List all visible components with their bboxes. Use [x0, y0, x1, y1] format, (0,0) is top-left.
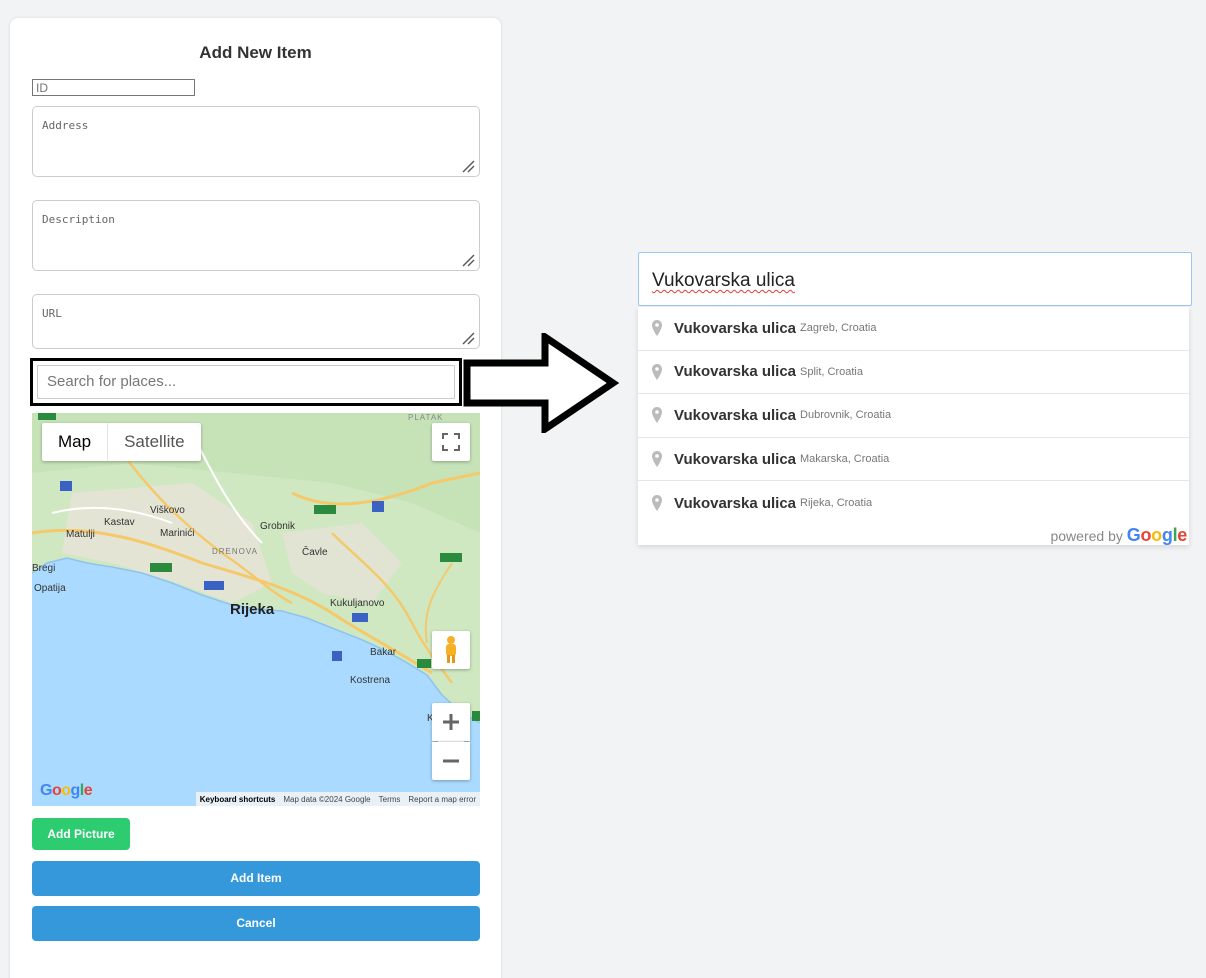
autocomplete-item[interactable]: Vukovarska ulica Dubrovnik, Croatia	[638, 394, 1189, 438]
search-places-input[interactable]: Search for places...	[37, 365, 455, 399]
resize-grip-icon[interactable]	[461, 159, 475, 173]
cancel-button[interactable]: Cancel	[32, 906, 480, 941]
autocomplete-item[interactable]: Vukovarska ulica Split, Croatia	[638, 351, 1189, 395]
map-label-kostrena: Kostrena	[350, 675, 391, 686]
autocomplete-secondary-text: Dubrovnik, Croatia	[800, 409, 892, 422]
location-pin-icon	[646, 404, 668, 426]
powered-by-text: powered by	[1050, 528, 1123, 544]
map-footer: Keyboard shortcuts Map data ©2024 Google…	[195, 792, 480, 806]
street-view-button[interactable]	[432, 631, 470, 669]
autocomplete-main-text: Vukovarska ulica	[674, 494, 797, 512]
map-label-platak: PLATAK	[408, 413, 444, 422]
location-pin-icon	[646, 317, 668, 339]
url-placeholder: URL	[42, 307, 62, 320]
description-placeholder: Description	[42, 213, 115, 226]
add-picture-button[interactable]: Add Picture	[32, 818, 130, 850]
add-item-panel: Add New Item Address Description URL Sea…	[10, 18, 501, 978]
map-data-text: Map data ©2024 Google	[283, 794, 371, 804]
fullscreen-icon	[442, 433, 460, 451]
autocomplete-query: Vukovarska ulica	[652, 270, 795, 291]
map-label-bakar: Bakar	[370, 647, 397, 658]
autocomplete-item[interactable]: Vukovarska ulica Zagreb, Croatia	[638, 307, 1189, 351]
autocomplete-item[interactable]: Vukovarska ulica Rijeka, Croatia	[638, 481, 1189, 525]
panel-title: Add New Item	[199, 43, 312, 62]
google-logo: Google	[1126, 525, 1188, 545]
map-type-control: Map Satellite	[42, 423, 201, 461]
map-label-bregi: Bregi	[32, 563, 56, 574]
zoom-out-icon	[443, 759, 459, 763]
map-label-opatija: Opatija	[34, 583, 66, 594]
pegman-icon	[446, 636, 456, 663]
arrow-right-icon	[463, 333, 620, 433]
google-logo[interactable]: Google	[40, 782, 93, 800]
address-placeholder: Address	[42, 119, 89, 132]
resize-grip-icon[interactable]	[461, 253, 475, 267]
keyboard-shortcuts-link[interactable]: Keyboard shortcuts	[200, 795, 276, 804]
map-label-matulji: Matulji	[66, 529, 95, 540]
map-label-kastav: Kastav	[104, 517, 135, 528]
zoom-out-button[interactable]	[432, 742, 470, 780]
map-type-satellite-button[interactable]: Satellite	[107, 423, 200, 461]
autocomplete-main-text: Vukovarska ulica	[674, 406, 797, 424]
powered-by-google: powered by Google	[1050, 525, 1187, 545]
map[interactable]: Viškovo Kastav Matulji Marinići Grobnik …	[32, 413, 480, 806]
autocomplete-secondary-text: Split, Croatia	[800, 365, 863, 378]
map-type-map-button[interactable]: Map	[42, 423, 107, 461]
description-field[interactable]: Description	[32, 200, 480, 271]
location-pin-icon	[646, 448, 668, 470]
location-pin-icon	[646, 492, 668, 514]
autocomplete-secondary-text: Makarska, Croatia	[800, 453, 890, 466]
address-field[interactable]: Address	[32, 106, 480, 177]
map-label-viskovo: Viškovo	[150, 505, 185, 516]
add-item-button[interactable]: Add Item	[32, 861, 480, 896]
report-error-link[interactable]: Report a map error	[408, 795, 476, 804]
autocomplete-secondary-text: Zagreb, Croatia	[800, 322, 877, 335]
map-label-kukuljanovo: Kukuljanovo	[330, 598, 385, 609]
autocomplete-main-text: Vukovarska ulica	[674, 450, 797, 468]
autocomplete-input[interactable]: Vukovarska ulica	[638, 252, 1192, 306]
autocomplete-main-text: Vukovarska ulica	[674, 319, 797, 337]
map-label-grobnik: Grobnik	[260, 521, 296, 532]
terms-link[interactable]: Terms	[379, 795, 401, 804]
url-field[interactable]: URL	[32, 294, 480, 349]
map-label-marinici: Marinići	[160, 528, 195, 539]
autocomplete-item[interactable]: Vukovarska ulica Makarska, Croatia	[638, 438, 1189, 482]
id-field[interactable]	[32, 79, 195, 96]
autocomplete-secondary-text: Rijeka, Croatia	[800, 497, 873, 510]
zoom-in-icon	[443, 714, 459, 730]
location-pin-icon	[646, 361, 668, 383]
map-label-rijeka: Rijeka	[230, 601, 275, 618]
zoom-in-button[interactable]	[432, 703, 470, 741]
autocomplete-dropdown: Vukovarska ulica Zagreb, Croatia Vukovar…	[638, 307, 1189, 545]
map-label-drenova: DRENOVA	[212, 547, 258, 556]
autocomplete-main-text: Vukovarska ulica	[674, 363, 797, 381]
search-highlight-box: Search for places...	[30, 358, 462, 406]
map-label-cavle: Čavle	[302, 547, 328, 558]
